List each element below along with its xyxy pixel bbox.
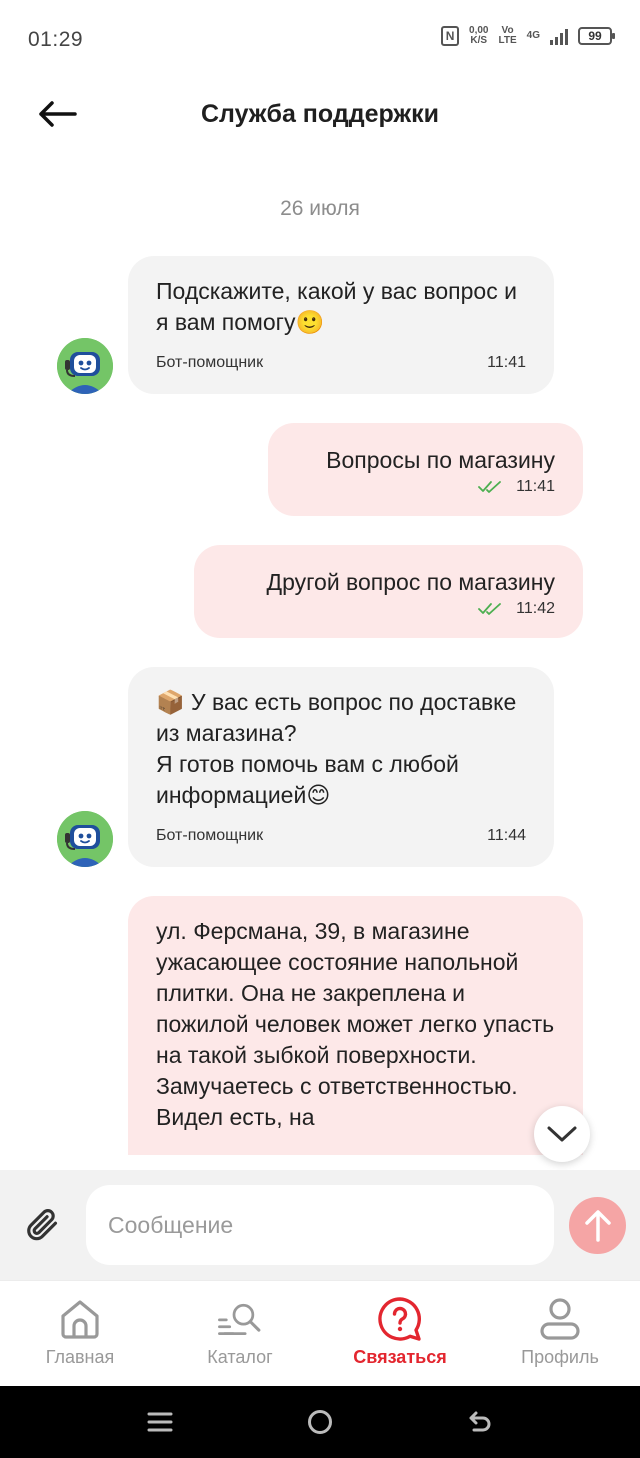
message-time: 11:42 [516,600,555,617]
nav-label: Связаться [353,1347,447,1367]
volte-indicator: Vo LTE [498,25,517,46]
recent-apps-button[interactable] [140,1404,180,1440]
message-meta: 11:41 [296,478,555,496]
robot-icon [57,338,113,394]
paperclip-icon [27,1209,58,1241]
status-time: 01:29 [28,28,84,51]
bot-avatar [57,811,113,867]
scroll-down-button[interactable] [534,1106,590,1162]
catalog-search-icon [216,1295,264,1343]
profile-icon [536,1295,584,1343]
message-text: Подскажите, какой у вас вопрос и я вам п… [156,278,517,335]
message-time: 11:44 [487,827,526,844]
message-text: Другой вопрос по магазину [266,569,555,595]
message-text: 📦 У вас есть вопрос по доставке из магаз… [156,689,517,808]
sender-name: Бот-помощник [156,354,264,371]
message-text: ул. Ферсмана, 39, в магазине ужасающее с… [156,918,555,1130]
bottom-nav: Главная Каталог Связаться Профиль [0,1280,640,1386]
user-message: Другой вопрос по магазину 11:42 [194,545,583,638]
status-icons: N 0,00 K/S Vo LTE 4G 99 [441,25,615,46]
user-message: ул. Ферсмана, 39, в магазине ужасающее с… [128,896,583,1155]
home-button[interactable] [300,1404,340,1440]
message-meta: Бот-помощник 11:44 [156,827,526,845]
network-type: 4G [526,30,540,41]
page-title: Служба поддержки [200,100,440,128]
date-separator: 26 июля [280,197,360,220]
chevron-down-icon [547,1126,577,1142]
user-message: Вопросы по магазину 11:41 [268,423,583,516]
menu-icon [147,1412,173,1432]
system-back-button[interactable] [460,1404,500,1440]
nfc-icon: N [441,26,460,46]
support-chat-icon [376,1295,424,1343]
nav-item-profile[interactable]: Профиль [480,1281,640,1386]
double-check-icon [478,603,502,615]
nav-label: Главная [45,1347,115,1367]
robot-icon [57,811,113,867]
bot-message: 📦 У вас есть вопрос по доставке из магаз… [128,667,554,867]
net-speed: 0,00 K/S [469,25,489,46]
sender-name: Бот-помощник [156,827,264,844]
signal-icon [550,27,568,45]
message-time: 11:41 [487,354,526,371]
send-button[interactable] [569,1197,626,1254]
bot-message: Подскажите, какой у вас вопрос и я вам п… [128,256,554,394]
arrow-up-icon [584,1209,611,1242]
circle-home-icon [308,1410,332,1434]
home-icon [56,1295,104,1343]
attach-button[interactable] [20,1202,64,1246]
nav-item-home[interactable]: Главная [0,1281,160,1386]
double-check-icon [478,481,502,493]
message-meta: Бот-помощник 11:41 [156,354,526,372]
nav-label: Профиль [521,1347,599,1367]
message-composer [0,1170,640,1280]
status-bar: 01:29 N 0,00 K/S Vo LTE 4G 99 [0,0,640,80]
battery-level: 99 [588,29,602,43]
header: Служба поддержки [0,80,640,150]
battery-icon: 99 [578,27,615,45]
nav-item-catalog[interactable]: Каталог [160,1281,320,1386]
system-nav-bar [0,1386,640,1458]
message-time: 11:41 [516,478,555,495]
message-input[interactable] [86,1185,554,1265]
message-meta: 11:42 [222,600,555,618]
back-arrow-icon [469,1411,491,1432]
message-text: Вопросы по магазину [326,447,555,473]
nav-item-contact[interactable]: Связаться [320,1281,480,1386]
bot-avatar [57,338,113,394]
nav-label: Каталог [207,1347,273,1367]
